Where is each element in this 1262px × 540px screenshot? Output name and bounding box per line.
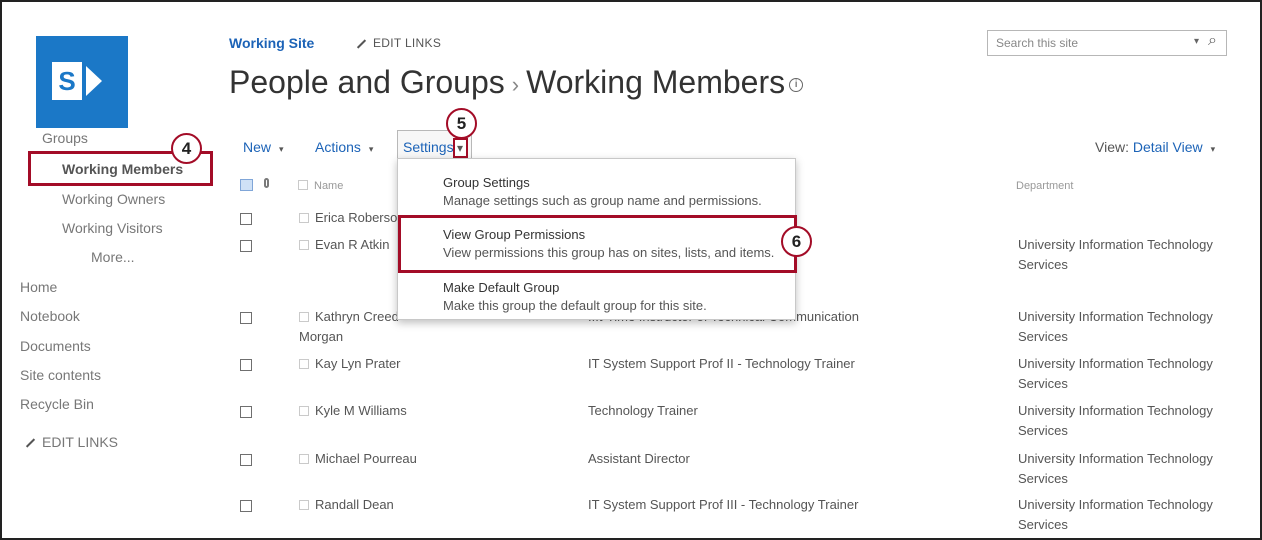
menu-item-title: Make Default Group bbox=[443, 280, 560, 295]
menu-item-description: Make this group the default group for th… bbox=[443, 298, 707, 313]
row-name[interactable]: Michael Pourreau bbox=[299, 449, 419, 469]
breadcrumb-separator: › bbox=[511, 71, 520, 97]
sidebar-item-working-owners[interactable]: Working Owners bbox=[62, 191, 165, 207]
view-value[interactable]: Detail View bbox=[1133, 139, 1203, 155]
page-title: People and Groups › Working Members i bbox=[229, 64, 804, 101]
name-checkbox-icon bbox=[299, 500, 309, 510]
sidebar-item-notebook[interactable]: Notebook bbox=[20, 308, 80, 324]
row-checkbox[interactable] bbox=[240, 454, 252, 466]
sidebar-item-recycle-bin[interactable]: Recycle Bin bbox=[20, 396, 94, 412]
view-dropdown-icon: ▾ bbox=[1210, 144, 1216, 154]
edit-links-top[interactable]: EDIT LINKS bbox=[356, 36, 441, 50]
row-name[interactable]: Randall Dean bbox=[299, 495, 419, 515]
view-selector[interactable]: View: Detail View ▾ bbox=[1095, 139, 1215, 155]
row-department: University Information Technology Servic… bbox=[1018, 309, 1213, 344]
column-header-name[interactable]: Name bbox=[298, 180, 343, 192]
name-checkbox-icon bbox=[299, 359, 309, 369]
search-icon[interactable]: ⌕ bbox=[1208, 32, 1217, 50]
row-title: Technology Trainer bbox=[588, 403, 698, 418]
search-dropdown-icon[interactable]: ▾ bbox=[1194, 36, 1199, 47]
row-checkbox[interactable] bbox=[240, 359, 252, 371]
title-parent[interactable]: People and Groups bbox=[229, 64, 505, 100]
menu-item-group-settings[interactable]: Group Settings Manage settings such as g… bbox=[443, 175, 788, 208]
pencil-icon bbox=[25, 438, 36, 448]
view-prefix: View: bbox=[1095, 139, 1129, 155]
row-checkbox[interactable] bbox=[240, 312, 252, 324]
column-checkbox-icon bbox=[298, 180, 308, 190]
row-name[interactable]: Kay Lyn Prater bbox=[299, 354, 419, 374]
row-department: University Information Technology Servic… bbox=[1018, 403, 1213, 438]
sidebar-edit-links[interactable]: EDIT LINKS bbox=[25, 434, 118, 450]
menu-item-description: Manage settings such as group name and p… bbox=[443, 193, 762, 208]
select-all-icon[interactable] bbox=[240, 179, 253, 191]
sidebar-item-working-visitors[interactable]: Working Visitors bbox=[62, 220, 163, 236]
name-checkbox-icon bbox=[299, 213, 309, 223]
search-box[interactable]: Search this site ▾ ⌕ bbox=[987, 30, 1227, 56]
row-department: University Information Technology Servic… bbox=[1018, 237, 1213, 272]
new-dropdown-icon: ▾ bbox=[279, 144, 284, 154]
row-checkbox[interactable] bbox=[240, 500, 252, 512]
sharepoint-logo-icon[interactable]: S bbox=[36, 36, 128, 128]
edit-links-label: EDIT LINKS bbox=[373, 36, 442, 50]
site-name-link[interactable]: Working Site bbox=[229, 35, 314, 51]
pencil-icon bbox=[356, 39, 367, 49]
settings-dropdown-icon[interactable] bbox=[453, 138, 468, 158]
table-row[interactable]: Michael Pourreau Assistant Director Univ… bbox=[236, 449, 1246, 491]
row-title: IT System Support Prof II - Technology T… bbox=[588, 356, 855, 371]
sharepoint-s-icon: S bbox=[52, 62, 82, 100]
row-department: University Information Technology Servic… bbox=[1018, 497, 1213, 532]
menu-item-make-default-group[interactable]: Make Default Group Make this group the d… bbox=[443, 280, 788, 313]
search-placeholder: Search this site bbox=[996, 36, 1079, 50]
new-menu[interactable]: New ▾ bbox=[243, 139, 284, 155]
sidebar-item-documents[interactable]: Documents bbox=[20, 338, 91, 354]
row-title: Assistant Director bbox=[588, 451, 690, 466]
menu-item-title: Group Settings bbox=[443, 175, 530, 190]
name-checkbox-icon bbox=[299, 240, 309, 250]
column-header-department[interactable]: Department bbox=[1016, 180, 1073, 192]
sidebar-item-site-contents[interactable]: Site contents bbox=[20, 367, 101, 383]
new-label: New bbox=[243, 139, 272, 155]
attachment-icon bbox=[264, 178, 269, 188]
sidebar-edit-links-label: EDIT LINKS bbox=[42, 434, 118, 450]
row-department: University Information Technology Servic… bbox=[1018, 451, 1213, 486]
info-icon[interactable]: i bbox=[789, 77, 804, 92]
row-checkbox[interactable] bbox=[240, 406, 252, 418]
name-checkbox-icon bbox=[299, 454, 309, 464]
actions-label: Actions bbox=[315, 139, 361, 155]
callout-5: 5 bbox=[446, 108, 477, 139]
actions-dropdown-icon: ▾ bbox=[368, 144, 374, 154]
name-checkbox-icon bbox=[299, 312, 309, 322]
sharepoint-arrow-icon bbox=[86, 66, 102, 96]
callout-4: 4 bbox=[171, 133, 202, 164]
row-name[interactable]: Kyle M Williams bbox=[299, 401, 419, 421]
actions-menu[interactable]: Actions ▾ bbox=[315, 139, 373, 155]
sidebar-item-more[interactable]: More... bbox=[91, 249, 135, 265]
title-current: Working Members bbox=[526, 64, 786, 100]
name-checkbox-icon bbox=[299, 406, 309, 416]
settings-label: Settings bbox=[403, 139, 454, 155]
view-permissions-highlight bbox=[398, 215, 797, 273]
row-checkbox[interactable] bbox=[240, 213, 252, 225]
row-department: University Information Technology Servic… bbox=[1018, 356, 1213, 391]
callout-6: 6 bbox=[781, 226, 812, 257]
row-checkbox[interactable] bbox=[240, 240, 252, 252]
table-row[interactable]: Randall Dean IT System Support Prof III … bbox=[236, 495, 1246, 537]
sidebar-item-home[interactable]: Home bbox=[20, 279, 57, 295]
table-row[interactable]: Kay Lyn Prater IT System Support Prof II… bbox=[236, 354, 1246, 396]
row-title: IT System Support Prof III - Technology … bbox=[588, 497, 859, 512]
table-row[interactable]: Kyle M Williams Technology Trainer Unive… bbox=[236, 401, 1246, 443]
sidebar-groups-label: Groups bbox=[42, 130, 88, 146]
